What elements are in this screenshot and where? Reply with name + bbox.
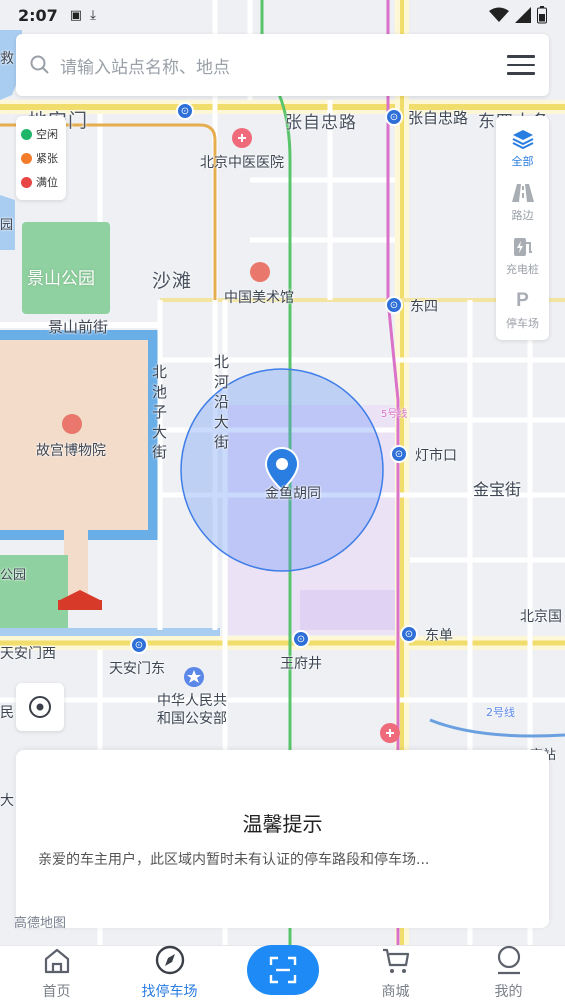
tab-mall[interactable]: 商城	[339, 946, 452, 1004]
tab-label: 我的	[494, 984, 523, 1000]
map-label-da: 大	[0, 793, 14, 809]
user-icon	[495, 945, 523, 975]
filter-roadside[interactable]: 路边	[496, 176, 549, 230]
tab-label: 商城	[381, 984, 410, 1000]
locate-icon	[29, 696, 51, 718]
metro-station-icon: ⊙	[130, 636, 148, 654]
map-label-line2: 2号线	[486, 706, 515, 719]
scan-icon	[269, 956, 297, 984]
red-dot-icon	[21, 176, 32, 188]
menu-icon[interactable]	[507, 55, 535, 75]
search-icon	[30, 55, 49, 74]
scan-button[interactable]	[247, 945, 319, 995]
map-label-zhangzizhong-station: 张自忠路	[408, 109, 469, 127]
map-label-art-museum: 中国美术馆	[224, 290, 294, 306]
map-label-dongdan: 东单	[425, 628, 453, 644]
filter-all[interactable]: 全部	[496, 122, 549, 176]
map-label-tcm-hospital: 北京中医医院	[200, 155, 284, 171]
map-label-gong2: 公园	[0, 568, 27, 583]
map-label-jiu: 救	[0, 51, 14, 67]
tip-title: 温馨提示	[242, 812, 323, 836]
wifi-icon	[489, 7, 509, 22]
map-label-beichizi: 北池子大街	[152, 363, 168, 461]
battery-icon	[537, 6, 547, 24]
tab-find-parking[interactable]: 找停车场	[113, 945, 226, 1004]
map-label-dengshikou: 灯市口	[415, 448, 457, 464]
legend-item-full: 满位	[21, 170, 61, 194]
parking-icon: P	[516, 290, 529, 311]
map-label-jingshan-park: 景山公园	[27, 269, 95, 289]
legend-label: 紧张	[36, 152, 58, 165]
map-label-tiananmen-west: 天安门西	[0, 646, 56, 662]
map-label-beiheyan: 北河沿大街	[214, 353, 230, 451]
map-label-dongsi: 东四	[410, 299, 438, 315]
filter-label: 充电桩	[506, 263, 539, 276]
home-icon	[43, 946, 71, 975]
cart-icon	[381, 946, 411, 975]
search-bar[interactable]: 请输入站点名称、地点	[16, 34, 549, 96]
metro-station-icon: ⊙	[385, 108, 403, 126]
status-bar: 2:07 ▣ ⤓	[0, 0, 565, 30]
filter-label: 全部	[511, 155, 534, 168]
metro-station-icon: ⊙	[390, 445, 408, 463]
filter-parking-lot[interactable]: P 停车场	[496, 284, 549, 338]
map-label-tiananmen-east: 天安门东	[109, 661, 165, 677]
map-label-palace-museum: 故宫博物院	[36, 443, 106, 459]
map-label-gong: 园	[0, 218, 14, 233]
tab-home[interactable]: 首页	[0, 946, 113, 1004]
legend-label: 空闲	[36, 128, 58, 141]
map-label-zhangzizhong-road: 张自忠路	[285, 113, 357, 133]
status-time: 2:07	[18, 5, 58, 25]
locate-button[interactable]	[16, 683, 64, 731]
download-icon: ⤓	[90, 7, 96, 23]
legend-label: 满位	[36, 176, 58, 189]
tip-message: 亲爱的车主用户，此区域内暂时未有认证的停车路段和停车场...	[38, 852, 430, 868]
map-label-beijing-station: 北京国	[520, 609, 562, 625]
search-input[interactable]: 请输入站点名称、地点	[60, 53, 507, 78]
metro-station-icon: ⊙	[292, 630, 310, 648]
layers-icon	[512, 129, 534, 149]
tab-label: 找停车场	[141, 984, 198, 1000]
map-label-jinbao: 金宝街	[473, 480, 522, 499]
green-dot-icon	[21, 128, 32, 140]
notification-a-icon: ▣	[69, 7, 83, 23]
filter-panel: 全部 路边 充电桩 P 停车场	[496, 116, 549, 340]
signal-icon	[515, 7, 531, 23]
charging-icon	[513, 237, 533, 257]
filter-label: 路边	[511, 209, 534, 222]
filter-charging[interactable]: 充电桩	[496, 230, 549, 284]
orange-dot-icon	[21, 152, 32, 164]
tab-label: 首页	[42, 984, 71, 1000]
tip-card: 温馨提示 亲爱的车主用户，此区域内暂时未有认证的停车路段和停车场...	[16, 750, 549, 928]
compass-icon	[155, 945, 185, 975]
map-label-public-security: 中华人民共和国公安部	[157, 693, 227, 727]
tab-mine[interactable]: 我的	[452, 945, 565, 1004]
map-label-line5: 5号线	[381, 409, 408, 420]
legend-item-busy: 紧张	[21, 146, 61, 170]
metro-station-icon: ⊙	[385, 296, 403, 314]
map-label-shatan: 沙滩	[152, 270, 193, 292]
availability-legend: 空闲 紧张 满位	[16, 116, 66, 200]
metro-station-icon: ⊙	[176, 102, 194, 120]
legend-item-free: 空闲	[21, 122, 61, 146]
road-icon	[511, 183, 534, 203]
map-label-jinyu-hutong: 金鱼胡同	[265, 486, 321, 502]
metro-station-icon: ⊙	[400, 625, 418, 643]
map-watermark: 高德地图	[14, 916, 67, 931]
map-label-jingshan-front: 景山前街	[48, 318, 109, 336]
map-label-wangfujing: 王府井	[280, 656, 322, 672]
map-label-min: 民	[0, 705, 14, 721]
filter-label: 停车场	[506, 317, 539, 330]
